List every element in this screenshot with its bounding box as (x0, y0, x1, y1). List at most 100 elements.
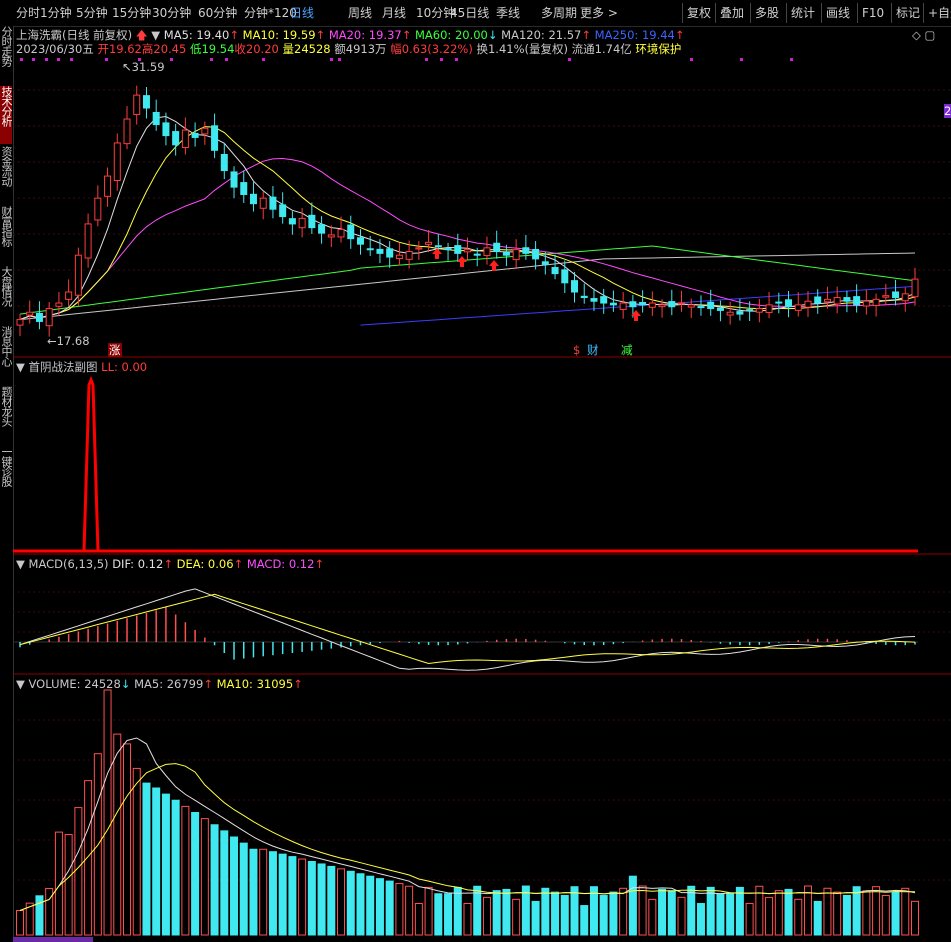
volume-bar (891, 891, 900, 936)
candle-body (853, 296, 861, 306)
volume-bar (911, 900, 919, 936)
candle-body (882, 295, 890, 298)
candle-body (862, 300, 870, 307)
candle-body (493, 242, 501, 253)
volume-bar (570, 886, 579, 936)
candle-body (872, 298, 880, 306)
volume-bar (716, 893, 725, 936)
top-dot (790, 58, 793, 61)
candle-body (512, 249, 520, 261)
volume-bar (337, 868, 346, 936)
volume-bar (288, 856, 297, 936)
volume-bar (307, 861, 316, 936)
candle-body (755, 308, 763, 313)
candle-body (162, 122, 170, 137)
volume-bar (794, 898, 803, 936)
volume-bar (366, 875, 375, 936)
candle-body (551, 267, 559, 275)
scroll-thumb[interactable] (13, 937, 93, 942)
volume-bar (113, 733, 122, 936)
candle-body (249, 193, 257, 205)
volume-bar (648, 898, 657, 936)
candle-body (104, 175, 112, 197)
volume-bar (142, 782, 151, 936)
top-dot (330, 58, 333, 61)
candle-body (444, 248, 452, 251)
candle-body (697, 306, 705, 309)
top-dot (20, 58, 23, 61)
volume-bar (152, 787, 161, 936)
candle-body (483, 247, 491, 257)
candle-body (191, 132, 199, 138)
volume-bar (327, 865, 336, 936)
candle-body (201, 127, 209, 135)
volume-bar (200, 818, 209, 936)
candle-body (220, 154, 228, 172)
volume-bar (667, 890, 676, 936)
candle-body (843, 297, 851, 302)
candle-body (668, 301, 676, 308)
volume-bar (249, 848, 258, 936)
candle-body (366, 248, 374, 251)
candle-body (259, 197, 267, 209)
candle-body (746, 309, 754, 312)
ma5-line (19, 115, 916, 321)
candle-body (84, 223, 92, 259)
candle-body (541, 261, 549, 265)
volume-bar (842, 894, 851, 936)
top-dot (45, 58, 48, 61)
volume-bar (103, 689, 112, 936)
top-dot (32, 58, 35, 61)
volume-bar (541, 887, 550, 936)
volume-bar (628, 875, 637, 936)
volume-bar (677, 896, 686, 936)
volume-bar (872, 886, 881, 936)
volume-bar (599, 895, 608, 936)
volume-bar (317, 863, 326, 936)
volume-bar (726, 893, 735, 936)
volume-bar (171, 799, 180, 936)
volume-bar (833, 891, 842, 936)
top-dot (568, 58, 571, 61)
volume-bar (375, 878, 384, 936)
volume-bar (560, 894, 569, 936)
volume-bar (531, 900, 540, 936)
volume-bar (395, 883, 404, 936)
top-dot (425, 58, 428, 61)
top-dot (455, 58, 458, 61)
volume-bar (453, 886, 462, 936)
candle-body (600, 296, 608, 304)
candle-body (464, 249, 471, 253)
volume-bar (696, 903, 705, 936)
candle-body (376, 248, 384, 254)
volume-bar (852, 886, 861, 936)
volume-bar (414, 903, 423, 936)
volume-bar (278, 853, 287, 936)
candle-body (308, 214, 316, 229)
volume-bar (638, 885, 647, 936)
candle-body (901, 293, 909, 302)
volume-bar (784, 888, 793, 936)
volume-bar (609, 891, 618, 936)
top-dot (740, 58, 743, 61)
volume-bar (551, 891, 560, 936)
candle-body (726, 311, 734, 316)
candle-body (65, 291, 73, 300)
volume-bar (706, 886, 715, 936)
candle-body (707, 301, 715, 310)
volume-bar (259, 848, 268, 936)
candle-body (288, 218, 296, 225)
top-dot (210, 58, 213, 61)
candle-body (133, 94, 141, 115)
candle-body (502, 251, 510, 256)
candle-body (823, 298, 831, 303)
candle-body (454, 245, 462, 254)
candle-body (279, 204, 287, 218)
candle-body (532, 248, 540, 260)
candle-body (814, 296, 822, 304)
candle-body (386, 248, 394, 258)
volume-bar (881, 895, 890, 936)
candle-body (892, 291, 900, 299)
candle-body (240, 182, 248, 195)
buy-arrow-icon (457, 256, 467, 267)
